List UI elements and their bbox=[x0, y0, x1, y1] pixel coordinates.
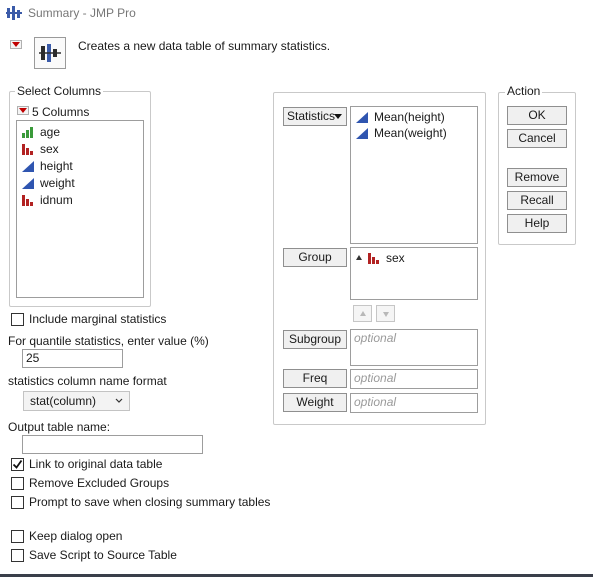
save-script-label: Save Script to Source Table bbox=[29, 548, 177, 562]
help-button[interactable]: Help bbox=[507, 214, 567, 233]
checkmark-icon bbox=[12, 459, 23, 469]
sort-ascending-icon[interactable] bbox=[355, 254, 363, 262]
list-item[interactable]: sex bbox=[355, 250, 405, 266]
keep-open-checkbox[interactable]: Keep dialog open bbox=[11, 529, 122, 543]
quantile-label: For quantile statistics, enter value (%) bbox=[8, 334, 209, 348]
column-name: sex bbox=[40, 142, 59, 156]
include-marginal-checkbox[interactable]: Include marginal statistics bbox=[11, 312, 166, 326]
name-format-select[interactable]: stat(column) bbox=[23, 391, 130, 411]
continuous-icon bbox=[356, 112, 368, 123]
name-format-label: statistics column name format bbox=[8, 374, 167, 388]
checkbox-box[interactable] bbox=[11, 312, 24, 326]
continuous-icon bbox=[356, 128, 368, 139]
remove-excluded-checkbox[interactable]: Remove Excluded Groups bbox=[11, 476, 169, 490]
list-item[interactable]: age bbox=[21, 124, 60, 140]
ordinal-icon bbox=[22, 127, 33, 138]
remove-excluded-label: Remove Excluded Groups bbox=[29, 476, 170, 490]
chevron-down-icon bbox=[115, 398, 123, 403]
red-triangle-icon bbox=[19, 108, 27, 113]
statistics-button-label: Statistics bbox=[287, 109, 336, 123]
checkbox-box[interactable] bbox=[11, 495, 24, 509]
action-label: Action bbox=[505, 84, 543, 98]
quantile-input[interactable]: 25 bbox=[22, 349, 123, 368]
group-list[interactable]: sex bbox=[350, 247, 478, 300]
window-title: Summary - JMP Pro bbox=[28, 6, 136, 20]
weight-button[interactable]: Weight bbox=[283, 393, 347, 412]
statistic-name: Mean(height) bbox=[374, 110, 445, 124]
weight-placeholder: optional bbox=[354, 395, 397, 409]
checkbox-box[interactable] bbox=[11, 476, 24, 490]
link-original-checkbox[interactable]: Link to original data table bbox=[11, 457, 162, 471]
list-item[interactable]: height bbox=[21, 158, 73, 174]
prompt-save-checkbox[interactable]: Prompt to save when closing summary tabl… bbox=[11, 495, 270, 509]
recall-button[interactable]: Recall bbox=[507, 191, 567, 210]
group-column-name: sex bbox=[386, 251, 405, 265]
arrow-down-icon bbox=[383, 312, 389, 317]
platform-menu-button[interactable] bbox=[10, 40, 22, 49]
select-columns-label: Select Columns bbox=[15, 84, 104, 98]
nominal-icon bbox=[22, 144, 33, 155]
group-button[interactable]: Group bbox=[283, 248, 347, 267]
move-down-button[interactable] bbox=[376, 305, 395, 322]
continuous-icon bbox=[22, 161, 34, 172]
list-item[interactable]: weight bbox=[21, 175, 75, 191]
column-list[interactable]: age sex height weight idnum bbox=[16, 120, 144, 298]
freq-placeholder: optional bbox=[354, 371, 397, 385]
name-format-value: stat(column) bbox=[30, 394, 97, 408]
prompt-save-label: Prompt to save when closing summary tabl… bbox=[29, 495, 271, 509]
summary-platform-icon bbox=[34, 37, 66, 69]
remove-button[interactable]: Remove bbox=[507, 168, 567, 187]
column-name: weight bbox=[40, 176, 75, 190]
checkbox-box[interactable] bbox=[11, 548, 24, 562]
statistic-name: Mean(weight) bbox=[374, 126, 447, 140]
cancel-button[interactable]: Cancel bbox=[507, 129, 567, 148]
subgroup-placeholder: optional bbox=[354, 331, 397, 345]
column-name: age bbox=[40, 125, 61, 139]
list-item[interactable]: sex bbox=[21, 141, 59, 157]
weight-field[interactable]: optional bbox=[350, 393, 478, 413]
statistics-button[interactable]: Statistics bbox=[283, 107, 347, 126]
link-original-label: Link to original data table bbox=[29, 457, 163, 471]
column-name: height bbox=[40, 159, 73, 173]
statistics-list[interactable]: Mean(height) Mean(weight) bbox=[350, 106, 478, 244]
jmp-app-icon bbox=[6, 6, 22, 20]
nominal-icon bbox=[368, 253, 379, 264]
move-up-button[interactable] bbox=[353, 305, 372, 322]
column-name: idnum bbox=[40, 193, 73, 207]
include-marginal-label: Include marginal statistics bbox=[29, 312, 167, 326]
dropdown-arrow-icon bbox=[334, 114, 342, 119]
ok-button[interactable]: OK bbox=[507, 106, 567, 125]
nominal-icon bbox=[22, 195, 33, 206]
checkbox-box[interactable] bbox=[11, 457, 24, 471]
checkbox-box[interactable] bbox=[11, 529, 24, 543]
list-item[interactable]: Mean(weight) bbox=[355, 125, 447, 141]
output-name-label: Output table name: bbox=[8, 420, 111, 434]
freq-button[interactable]: Freq bbox=[283, 369, 347, 388]
column-count: 5 Columns bbox=[32, 105, 90, 119]
list-item[interactable]: idnum bbox=[21, 192, 73, 208]
list-item[interactable]: Mean(height) bbox=[355, 109, 445, 125]
keep-open-label: Keep dialog open bbox=[29, 529, 123, 543]
subgroup-button[interactable]: Subgroup bbox=[283, 330, 347, 349]
output-name-input[interactable] bbox=[22, 435, 203, 454]
save-script-checkbox[interactable]: Save Script to Source Table bbox=[11, 548, 177, 562]
columns-menu-button[interactable] bbox=[17, 106, 29, 115]
platform-description: Creates a new data table of summary stat… bbox=[78, 39, 331, 53]
subgroup-field[interactable]: optional bbox=[350, 329, 478, 366]
freq-field[interactable]: optional bbox=[350, 369, 478, 389]
arrow-up-icon bbox=[360, 311, 366, 316]
red-triangle-icon bbox=[12, 42, 20, 47]
continuous-icon bbox=[22, 178, 34, 189]
